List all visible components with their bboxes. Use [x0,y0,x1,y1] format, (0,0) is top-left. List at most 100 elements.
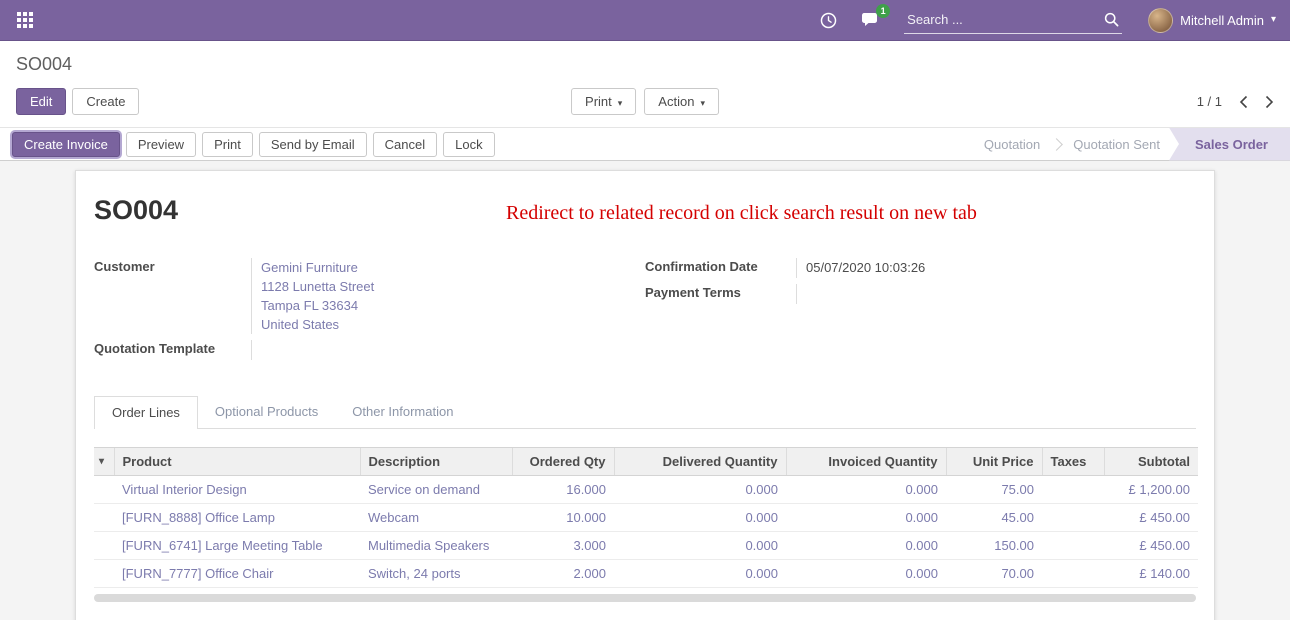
apps-menu-button[interactable] [14,9,36,31]
form-statusbar: Create Invoice Preview Print Send by Ema… [0,127,1290,161]
chevron-left-icon [1239,95,1248,109]
tab-optional-products[interactable]: Optional Products [198,396,335,428]
payment-terms-value [796,284,1196,304]
lock-button[interactable]: Lock [443,132,494,157]
cancel-button[interactable]: Cancel [373,132,437,157]
status-pipeline: Quotation Quotation Sent Sales Order [972,128,1290,160]
table-row[interactable]: Virtual Interior Design Service on deman… [94,476,1198,504]
customer-country: United States [261,315,645,334]
customer-label: Customer [94,258,251,334]
cell-unit-price[interactable]: 70.00 [946,560,1042,588]
cell-description[interactable]: Webcam [360,504,512,532]
cell-taxes[interactable] [1042,504,1104,532]
group-caret-icon[interactable]: ▾ [94,448,114,476]
cell-taxes[interactable] [1042,532,1104,560]
cell-delivered-qty[interactable]: 0.000 [614,504,786,532]
cell-unit-price[interactable]: 75.00 [946,476,1042,504]
annotation-note: Redirect to related record on click sear… [506,202,977,225]
customer-value-link[interactable]: Gemini Furniture 1128 Lunetta Street Tam… [251,258,645,334]
cell-product[interactable]: [FURN_6741] Large Meeting Table [114,532,360,560]
customer-name[interactable]: Gemini Furniture [261,258,645,277]
cell-delivered-qty[interactable]: 0.000 [614,532,786,560]
chevron-down-icon: ▾ [1271,15,1276,25]
cell-invoiced-qty[interactable]: 0.000 [786,560,946,588]
column-header-taxes[interactable]: Taxes [1042,448,1104,476]
cell-product[interactable]: [FURN_8888] Office Lamp [114,504,360,532]
column-header-description[interactable]: Description [360,448,512,476]
field-payment-terms: Payment Terms [645,284,1196,304]
cell-description[interactable]: Switch, 24 ports [360,560,512,588]
cell-description[interactable]: Multimedia Speakers [360,532,512,560]
column-header-product[interactable]: Product [114,448,360,476]
table-row[interactable]: [FURN_6741] Large Meeting Table Multimed… [94,532,1198,560]
user-menu[interactable]: Mitchell Admin ▾ [1148,8,1276,33]
cell-ordered-qty[interactable]: 16.000 [512,476,614,504]
tab-order-lines[interactable]: Order Lines [94,396,198,429]
cell-unit-price[interactable]: 150.00 [946,532,1042,560]
table-row[interactable]: [FURN_8888] Office Lamp Webcam 10.000 0.… [94,504,1198,532]
clock-icon [820,12,837,29]
quotation-template-value [251,340,645,360]
cell-ordered-qty[interactable]: 2.000 [512,560,614,588]
pager-next-button[interactable] [1265,95,1274,109]
state-sales-order[interactable]: Sales Order [1169,128,1290,161]
form-sheet: SO004 Redirect to related record on clic… [75,170,1215,620]
column-header-unit-price[interactable]: Unit Price [946,448,1042,476]
avatar [1148,8,1173,33]
user-name: Mitchell Admin [1180,13,1264,28]
create-button[interactable]: Create [72,88,139,115]
cell-subtotal[interactable]: £ 450.00 [1104,504,1198,532]
cell-taxes[interactable] [1042,560,1104,588]
search-icon[interactable] [1104,12,1119,27]
state-quotation[interactable]: Quotation [972,128,1052,161]
search-input[interactable] [907,12,1104,27]
order-lines-table: ▾ Product Description Ordered Qty Delive… [94,447,1198,588]
create-invoice-button[interactable]: Create Invoice [12,132,120,157]
tab-other-information[interactable]: Other Information [335,396,470,428]
print-button[interactable]: Print [202,132,253,157]
pager-previous-button[interactable] [1239,95,1248,109]
cell-ordered-qty[interactable]: 3.000 [512,532,614,560]
column-header-delivered-quantity[interactable]: Delivered Quantity [614,448,786,476]
pager-value[interactable]: 1 / 1 [1197,94,1222,109]
cell-ordered-qty[interactable]: 10.000 [512,504,614,532]
cell-invoiced-qty[interactable]: 0.000 [786,476,946,504]
cell-unit-price[interactable]: 45.00 [946,504,1042,532]
customer-street: 1128 Lunetta Street [261,277,645,296]
field-groups: Customer Gemini Furniture 1128 Lunetta S… [94,258,1196,366]
column-header-subtotal[interactable]: Subtotal [1104,448,1198,476]
column-header-ordered-qty[interactable]: Ordered Qty [512,448,614,476]
state-quotation-sent[interactable]: Quotation Sent [1061,128,1172,161]
cell-delivered-qty[interactable]: 0.000 [614,560,786,588]
chevron-down-icon: ▾ [700,98,705,108]
breadcrumb: SO004 [16,54,1274,75]
cell-subtotal[interactable]: £ 1,200.00 [1104,476,1198,504]
cell-taxes[interactable] [1042,476,1104,504]
horizontal-scrollbar[interactable] [94,594,1196,602]
cell-product[interactable]: Virtual Interior Design [114,476,360,504]
cell-product[interactable]: [FURN_7777] Office Chair [114,560,360,588]
customer-city: Tampa FL 33634 [261,296,645,315]
notebook-tabs: Order Lines Optional Products Other Info… [94,396,1196,429]
column-header-invoiced-quantity[interactable]: Invoiced Quantity [786,448,946,476]
messages-menu[interactable]: 1 [861,12,880,28]
table-row[interactable]: [FURN_7777] Office Chair Switch, 24 port… [94,560,1198,588]
table-header-row: ▾ Product Description Ordered Qty Delive… [94,448,1198,476]
search-bar[interactable] [904,6,1122,34]
cell-invoiced-qty[interactable]: 0.000 [786,532,946,560]
cell-invoiced-qty[interactable]: 0.000 [786,504,946,532]
chevron-down-icon: ▾ [618,98,623,108]
control-panel-buttons: Edit Create Print▾ Action▾ 1 / 1 [16,88,1274,127]
send-by-email-button[interactable]: Send by Email [259,132,367,157]
form-content: SO004 Redirect to related record on clic… [0,161,1290,620]
cell-subtotal[interactable]: £ 450.00 [1104,532,1198,560]
cell-delivered-qty[interactable]: 0.000 [614,476,786,504]
quotation-template-label: Quotation Template [94,340,251,360]
edit-button[interactable]: Edit [16,88,66,115]
preview-button[interactable]: Preview [126,132,196,157]
action-dropdown[interactable]: Action▾ [644,88,719,115]
print-dropdown[interactable]: Print▾ [571,88,636,115]
cell-subtotal[interactable]: £ 140.00 [1104,560,1198,588]
cell-description[interactable]: Service on demand [360,476,512,504]
activities-menu[interactable] [820,12,837,29]
